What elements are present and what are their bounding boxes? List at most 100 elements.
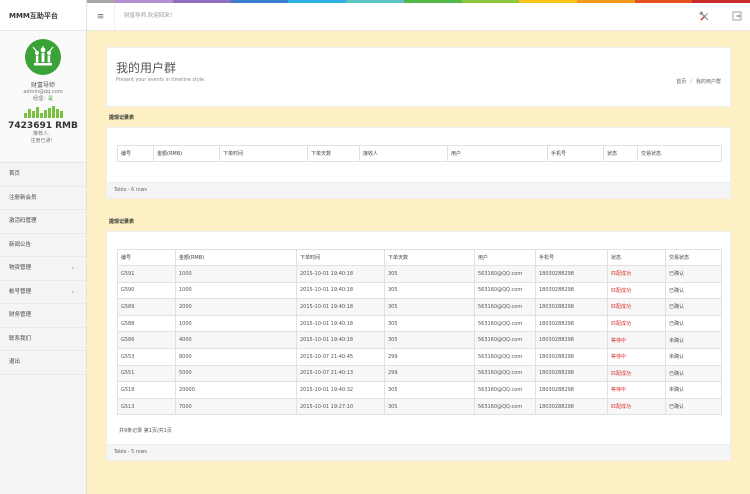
activity-bar xyxy=(51,106,55,118)
cell-trade: 已确认 xyxy=(665,397,722,416)
table-row[interactable]: G586 4000 2015-10-01 19:40:18 305 563160@QQ.… xyxy=(117,331,722,349)
sidebar-item[interactable]: 新闻公告 xyxy=(0,233,86,257)
cell-days: 305 xyxy=(384,298,475,316)
sidebar-item-label: 首页 xyxy=(9,171,21,177)
section1-table: 编号 金额(RMB) 下单时间 下单天数 接收人 用户 手机号 状态 交易状态 xyxy=(117,145,722,162)
table-row[interactable]: G591 1000 2015-10-01 19:40:18 305 563160@QQ.… xyxy=(117,265,722,283)
cell-status: 等待中 xyxy=(607,331,666,349)
activity-bar xyxy=(27,109,31,118)
breadcrumb-home-link[interactable]: 首页 xyxy=(676,79,686,85)
sidebar-item[interactable]: 激活码管理 xyxy=(0,210,86,234)
breadcrumb-separator: / xyxy=(690,79,692,85)
cell-days: 305 xyxy=(384,314,475,333)
sidebar-menu: 首页注册新会员激活码管理新闻公告 物资管理 ‹ 帐号管理 ‹ 财务管理联系我们退出 xyxy=(0,163,86,375)
page-subtitle: Present your events in timeline style. xyxy=(116,78,206,83)
table-header-row: 编号 金额(RMB) 下单时间 下单天数 接收人 用户 手机号 状态 交易状态 xyxy=(117,145,722,162)
table-row[interactable]: G551 5000 2015-10-07 21:40:13 299 563160@QQ.… xyxy=(117,364,722,383)
sidebar-item-label: 联系我们 xyxy=(9,335,32,342)
cell-time: 2015-10-01 19:40:18 xyxy=(296,331,385,349)
table-row[interactable]: G518 20000 2015-10-01 19:40:32 305 563160@QQ… xyxy=(117,381,722,399)
activity-bar xyxy=(39,112,43,118)
table-header-row: 编号 金额(RMB) 下单时间 下单天数 用户 手机号 状态 交易状态 xyxy=(117,249,722,266)
cell-user: 563160@QQ.com xyxy=(474,364,536,383)
sidebar-item[interactable]: 联系我们 xyxy=(0,327,86,351)
section1-panel: 编号 金额(RMB) 下单时间 下单天数 接收人 用户 手机号 状态 交易状态 Table - … xyxy=(106,127,731,199)
table-row[interactable]: G513 7000 2015-10-01 19:27:10 305 563160@QQ.… xyxy=(117,397,722,416)
cell-trade: 未确认 xyxy=(665,347,722,366)
table-row[interactable]: G553 8000 2015-10-07 21:40:45 299 563160@QQ.… xyxy=(117,347,722,366)
sidebar-item[interactable]: 首页 xyxy=(0,163,86,187)
table-row[interactable]: G589 2000 2015-10-01 19:40:18 305 563160@QQ.… xyxy=(117,298,722,316)
user-name: 财富导师 xyxy=(30,82,55,89)
pagination-info: 共9条记录 第1页/共1页 xyxy=(119,428,172,434)
table-row[interactable]: G588 1000 2015-10-01 19:40:18 305 563160@QQ.… xyxy=(117,314,722,333)
registration-status: 注册已通！ xyxy=(30,138,56,144)
cell-time: 2015-10-07 21:40:13 xyxy=(296,364,385,383)
top-navbar: ≡ 财富导师,欢迎回来！ xyxy=(87,3,750,31)
cell-status: 匹配成功 xyxy=(607,265,666,283)
cell-status: 等待中 xyxy=(607,381,666,399)
cell-amount: 4000 xyxy=(175,331,297,349)
cell-amount: 20000 xyxy=(175,381,297,399)
cell-days: 305 xyxy=(384,381,475,399)
activity-bar-chart xyxy=(0,106,86,118)
brand-title[interactable]: MMM互助平台 xyxy=(0,0,86,31)
sidebar-item[interactable]: 注册新会员 xyxy=(0,186,86,210)
activity-bar xyxy=(47,108,51,118)
cell-amount: 1000 xyxy=(175,314,297,333)
cell-id: G553 xyxy=(117,347,176,366)
cell-time: 2015-10-07 21:40:45 xyxy=(296,347,385,366)
column-header[interactable]: 接收人 xyxy=(359,145,448,162)
column-header[interactable]: 交易状态 xyxy=(637,145,722,162)
activity-bar xyxy=(35,107,39,118)
sidebar-item[interactable]: 帐号管理 ‹ xyxy=(0,280,86,304)
cell-amount: 7000 xyxy=(175,397,297,416)
sidebar-item[interactable]: 物资管理 ‹ xyxy=(0,257,86,281)
column-header[interactable]: 交易状态 xyxy=(665,249,722,266)
page-title: 我的用户群 xyxy=(116,61,177,75)
table-row[interactable]: G590 1000 2015-10-01 19:40:18 305 563160@QQ.… xyxy=(117,281,722,300)
sidebar-item[interactable]: 退出 xyxy=(0,351,86,375)
column-header[interactable]: 手机号 xyxy=(535,249,608,266)
breadcrumb-current: 我的用户群 xyxy=(695,79,721,85)
role-value: 是 xyxy=(48,96,54,102)
role-label: 经理： xyxy=(32,96,48,102)
user-role: 经理：是 xyxy=(0,95,86,102)
section2-panel: 编号 金额(RMB) 下单时间 下单天数 用户 手机号 状态 交易状态 G591 1000 201… xyxy=(106,231,731,461)
page-header: 我的用户群 Present your events in timeline st… xyxy=(106,47,731,107)
tools-icon[interactable] xyxy=(699,11,710,22)
cell-time: 2015-10-01 19:40:18 xyxy=(296,265,385,283)
cell-id: G591 xyxy=(117,265,176,283)
cell-phone: 18030288298 xyxy=(535,397,608,416)
sidebar-item[interactable]: 财务管理 xyxy=(0,304,86,328)
column-header[interactable]: 状态 xyxy=(603,145,638,162)
cell-phone: 18030288298 xyxy=(535,265,608,283)
column-header[interactable]: 下单天数 xyxy=(307,145,360,162)
section2-footer: Table - 5 rows xyxy=(107,444,730,460)
cell-amount: 2000 xyxy=(175,298,297,316)
activity-bar xyxy=(31,111,35,118)
column-header[interactable]: 状态 xyxy=(607,249,666,266)
column-header[interactable]: 金额(RMB) xyxy=(175,249,297,266)
column-header[interactable]: 金额(RMB) xyxy=(153,145,220,162)
cell-user: 563160@QQ.com xyxy=(474,265,536,283)
column-header[interactable]: 下单时间 xyxy=(219,145,308,162)
menu-toggle-button[interactable]: ≡ xyxy=(87,3,115,31)
cell-amount: 8000 xyxy=(175,347,297,366)
cell-phone: 18030288298 xyxy=(535,364,608,383)
sidebar-item-label: 激活码管理 xyxy=(9,218,37,224)
column-header[interactable]: 手机号 xyxy=(547,145,604,162)
cell-time: 2015-10-01 19:40:32 xyxy=(296,381,385,399)
column-header[interactable]: 下单时间 xyxy=(296,249,385,266)
logout-icon[interactable] xyxy=(732,11,742,21)
column-header[interactable]: 用户 xyxy=(474,249,536,266)
column-header[interactable]: 编号 xyxy=(117,249,176,266)
breadcrumb: 首页 / 我的用户群 xyxy=(676,78,721,85)
column-header[interactable]: 编号 xyxy=(117,145,154,162)
section1-title: 提现记录表 xyxy=(109,115,135,121)
cell-user: 563160@QQ.com xyxy=(474,381,536,399)
cell-user: 563160@QQ.com xyxy=(474,281,536,300)
cell-days: 305 xyxy=(384,331,475,349)
column-header[interactable]: 下单天数 xyxy=(384,249,475,266)
column-header[interactable]: 用户 xyxy=(447,145,548,162)
